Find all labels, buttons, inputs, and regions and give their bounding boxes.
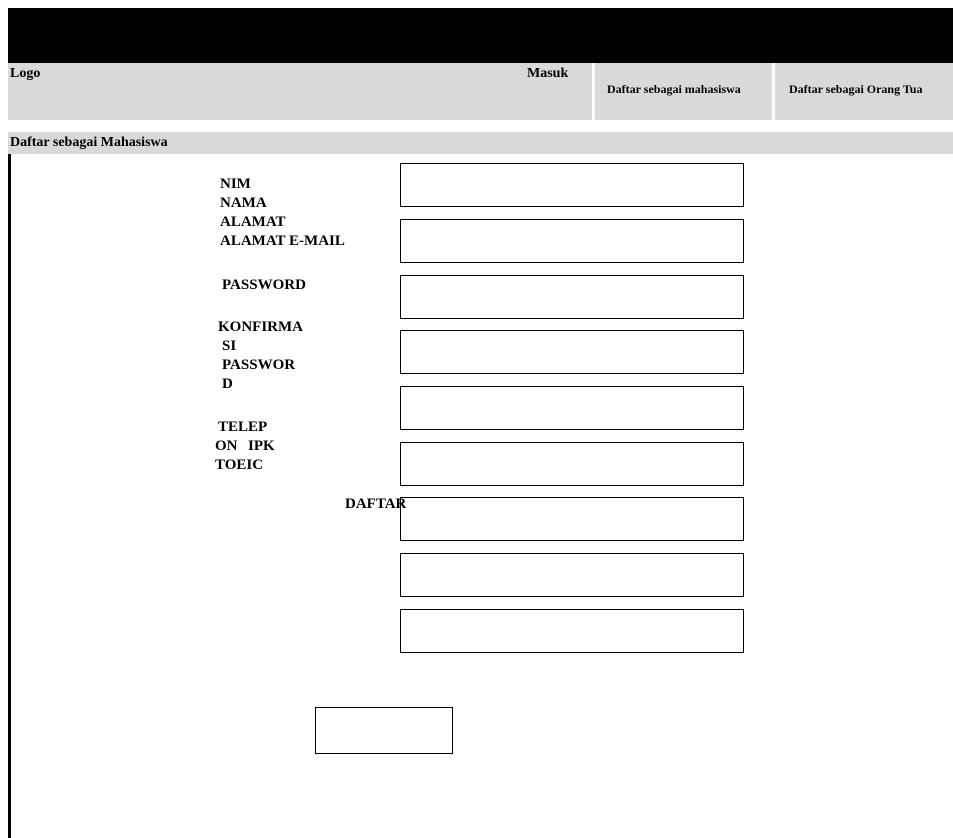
content-left-border — [8, 154, 11, 838]
top-black-bar — [8, 8, 953, 63]
nav-login-link[interactable]: Masuk — [527, 66, 568, 82]
label-confirm-password-1: KONFIRMA — [218, 319, 303, 335]
nav-register-parent-link[interactable]: Daftar sebagai Orang Tua — [789, 82, 922, 97]
confirm-password-field[interactable] — [400, 442, 744, 486]
password-field[interactable] — [400, 386, 744, 430]
label-password: PASSWORD — [222, 277, 306, 293]
label-alamat: ALAMAT — [220, 214, 286, 230]
email-field[interactable] — [400, 330, 744, 374]
submit-label: DAFTAR — [345, 496, 407, 512]
label-confirm-password-3: PASSWOR — [222, 357, 296, 373]
daftar-button[interactable] — [315, 707, 453, 754]
toeic-field[interactable] — [400, 609, 744, 653]
nav-register-student-link[interactable]: Daftar sebagai mahasiswa — [607, 82, 741, 97]
ipk-field[interactable] — [400, 553, 744, 597]
label-toeic: TOEIC — [215, 457, 264, 473]
nama-field[interactable] — [400, 219, 744, 263]
nav-divider — [592, 63, 595, 120]
telepon-field[interactable] — [400, 497, 744, 541]
label-telepon-2: ON — [215, 438, 238, 454]
label-email: ALAMAT E-MAIL — [220, 233, 345, 249]
alamat-field[interactable] — [400, 275, 744, 319]
nav-divider — [772, 63, 775, 120]
label-confirm-password-2: SI — [222, 338, 237, 354]
logo-text[interactable]: Logo — [10, 66, 40, 82]
nim-field[interactable] — [400, 163, 744, 207]
page-title: Daftar sebagai Mahasiswa — [10, 135, 168, 150]
label-confirm-password-4: D — [222, 376, 233, 392]
spacer — [8, 120, 953, 132]
label-telepon-1: TELEP — [218, 419, 268, 435]
label-nim: NIM — [220, 176, 251, 192]
label-ipk: IPK — [248, 438, 275, 454]
label-nama: NAMA — [220, 195, 267, 211]
